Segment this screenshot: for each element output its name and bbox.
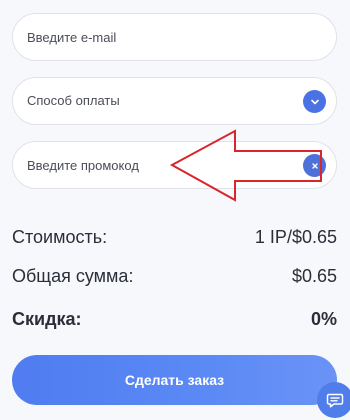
place-order-label: Сделать заказ [124,372,225,388]
cost-row: Стоимость: 1 IP/$0.65 [12,227,337,248]
chat-icon [326,393,344,408]
discount-value: 0% [310,309,337,329]
place-order-button[interactable]: Сделать заказ [12,355,337,405]
total-row: Общая сумма: $0.65 [12,266,337,287]
discount-row: Скидка: 0% [12,309,337,330]
email-field-container [12,13,337,61]
chat-button[interactable] [317,382,350,418]
chevron-down-icon[interactable] [303,90,326,113]
payment-method-label: Способ оплаты [27,93,120,108]
cost-label: Стоимость: [12,227,108,247]
email-input[interactable] [27,14,297,60]
promo-code-input[interactable] [27,142,297,188]
discount-label: Скидка: [12,309,82,329]
total-label: Общая сумма: [12,266,134,286]
close-icon[interactable] [303,154,326,177]
cost-value: 1 IP/$0.65 [254,227,337,247]
total-value: $0.65 [291,266,337,286]
promo-field-container [12,141,337,189]
payment-method-select[interactable]: Способ оплаты [12,77,337,125]
